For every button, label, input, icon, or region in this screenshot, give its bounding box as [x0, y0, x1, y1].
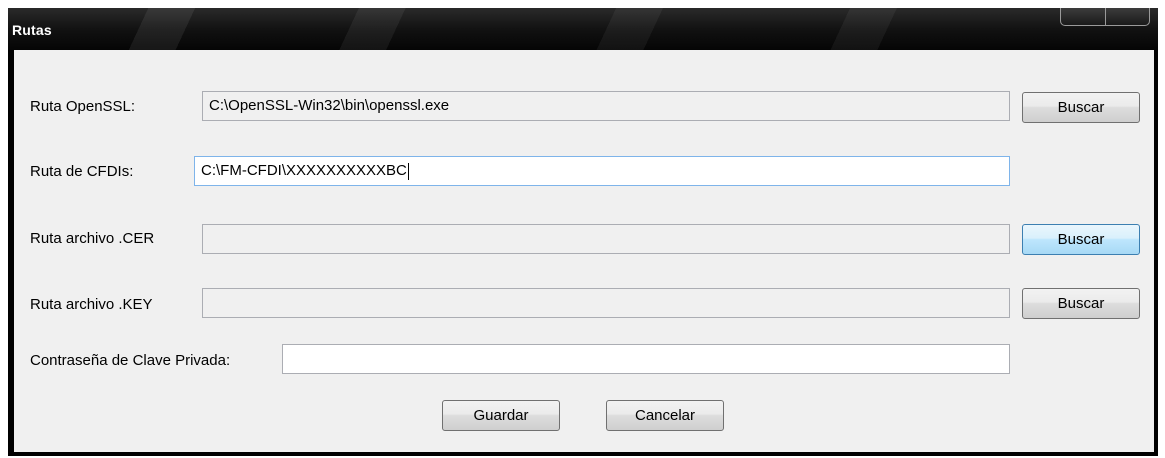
form-panel: Ruta OpenSSL: C:\OpenSSL-Win32\bin\opens…: [14, 50, 1154, 452]
minimize-button[interactable]: [1060, 8, 1106, 26]
key-label: Ruta archivo .KEY: [30, 296, 153, 313]
openssl-path-field[interactable]: C:\OpenSSL-Win32\bin\openssl.exe: [202, 91, 1010, 121]
cfdis-path-field[interactable]: C:\FM-CFDI\XXXXXXXXXXBC: [194, 156, 1010, 186]
window-title: Rutas: [12, 22, 52, 38]
cfdis-label: Ruta de CFDIs:: [30, 163, 134, 180]
openssl-browse-button[interactable]: Buscar: [1022, 92, 1140, 123]
key-path-field[interactable]: [202, 288, 1010, 318]
key-browse-button[interactable]: Buscar: [1022, 288, 1140, 319]
private-key-password-field[interactable]: [282, 344, 1010, 374]
title-bar[interactable]: Rutas: [8, 8, 1158, 50]
text-caret: [407, 162, 409, 180]
save-button[interactable]: Guardar: [442, 400, 560, 431]
password-label: Contraseña de Clave Privada:: [30, 352, 231, 369]
cfdis-path-value: C:\FM-CFDI\XXXXXXXXXXBC: [201, 162, 407, 179]
cer-path-field[interactable]: [202, 224, 1010, 254]
rutas-window: Rutas Ruta OpenSSL: C:\OpenSSL-Win32\bin…: [8, 8, 1158, 456]
cer-label: Ruta archivo .CER: [30, 230, 155, 247]
caption-buttons: [1060, 8, 1150, 28]
cancel-button[interactable]: Cancelar: [606, 400, 724, 431]
cer-browse-button[interactable]: Buscar: [1022, 224, 1140, 255]
close-button[interactable]: [1105, 8, 1150, 26]
openssl-label: Ruta OpenSSL:: [30, 98, 136, 115]
